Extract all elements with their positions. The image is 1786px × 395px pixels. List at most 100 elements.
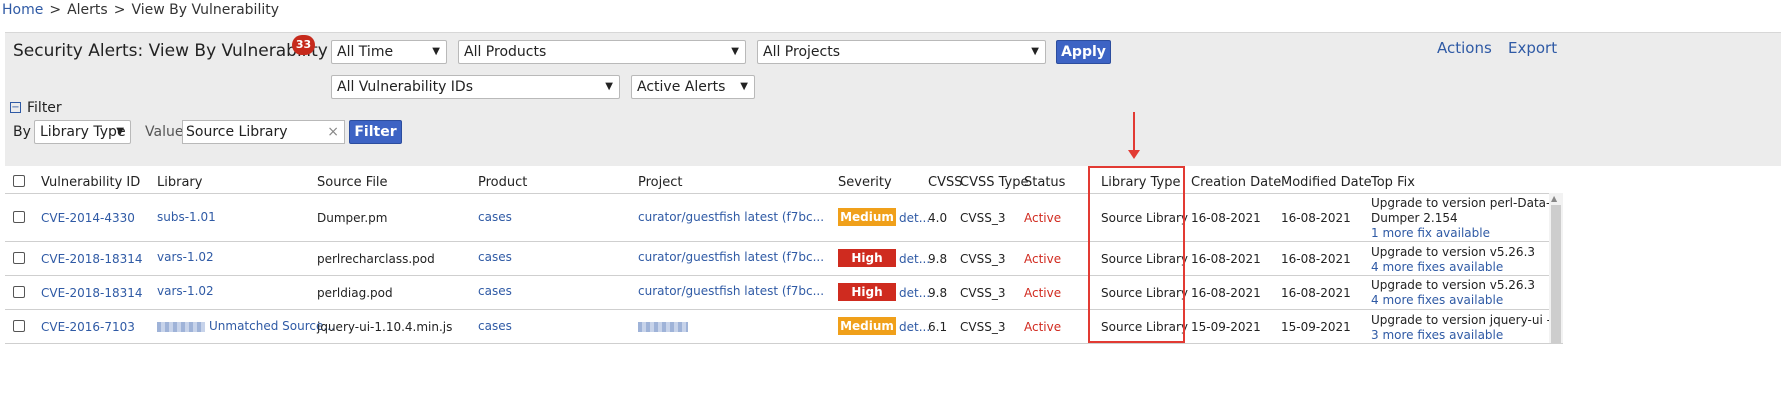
library-cell: Unmatched Source... [157,319,335,333]
modified-date: 15-09-2021 [1281,320,1351,334]
filter-value-input[interactable]: Source Library × [182,120,345,144]
status: Active [1024,286,1062,300]
cvss-score: 6.1 [928,320,948,334]
time-range-value: All Time [337,44,394,60]
breadcrumb-alerts[interactable]: Alerts [67,2,108,18]
library-link[interactable]: vars-1.02 [157,284,214,298]
severity-badge: High [838,249,896,267]
column-header-project[interactable]: Project [638,175,682,190]
severity-badge: Medium [838,208,896,226]
project-select[interactable]: All Projects ▼ [757,40,1046,64]
column-header-cvss-type[interactable]: CVSS Type [960,175,1028,190]
product-link[interactable]: cases [478,284,512,298]
filter-by-value: Library Type [40,124,126,140]
breadcrumb-current: View By Vulnerability [131,2,279,18]
export-link[interactable]: Export [1508,39,1557,57]
vulnerability-id-link[interactable]: CVE-2014-4330 [41,211,135,225]
row-divider [5,275,1563,276]
vulnerability-id-link[interactable]: CVE-2018-18314 [41,286,143,300]
table-scrollbar-thumb[interactable] [1551,205,1561,343]
cvss-type: CVSS_3 [960,211,1006,225]
more-fixes-link[interactable]: 4 more fixes available [1371,260,1503,274]
more-fixes-link[interactable]: 4 more fixes available [1371,293,1503,307]
severity-badge: Medium [838,317,896,335]
column-header-source-file[interactable]: Source File [317,175,388,190]
alert-status-value: Active Alerts [637,79,726,95]
column-header-creation-date[interactable]: Creation Date [1191,175,1281,190]
actions-link[interactable]: Actions [1437,39,1492,57]
chevron-down-icon: ▼ [740,81,748,92]
breadcrumb-separator: > [49,2,62,18]
redacted-library-name [157,321,205,332]
top-fix-text: Upgrade to version v5.26.3 [1371,245,1536,259]
vulnerability-id-link[interactable]: CVE-2016-7103 [41,320,135,334]
cvss-type: CVSS_3 [960,286,1006,300]
row-divider [5,309,1563,310]
alert-count-badge: 33 [292,35,315,55]
chevron-down-icon: ▼ [116,126,124,137]
row-checkbox[interactable] [13,320,25,332]
filter-by-select[interactable]: Library Type ▼ [34,120,131,144]
product-link[interactable]: cases [478,250,512,264]
column-header-cvss[interactable]: CVSS [928,175,962,190]
library-link[interactable]: Unmatched Source... [209,319,335,333]
chevron-down-icon: ▼ [1031,46,1039,57]
product-link[interactable]: cases [478,319,512,333]
more-fixes-link[interactable]: 1 more fix available [1371,226,1490,240]
row-checkbox[interactable] [13,252,25,264]
vulnerability-id-select[interactable]: All Vulnerability IDs ▼ [331,75,620,99]
column-header-status[interactable]: Status [1024,175,1065,190]
column-header-top-fix[interactable]: Top Fix [1371,175,1415,190]
details-link[interactable]: det... [899,252,930,266]
page-title: Security Alerts: View By Vulnerability [13,41,328,61]
top-fix-text: Upgrade to version v5.26.3 [1371,278,1536,292]
product-select[interactable]: All Products ▼ [458,40,746,64]
vulnerability-id-link[interactable]: CVE-2018-18314 [41,252,143,266]
row-checkbox[interactable] [13,286,25,298]
project-cell[interactable] [638,319,692,333]
breadcrumb-separator: > [113,2,126,18]
breadcrumb-home-link[interactable]: Home [2,2,43,18]
column-header-severity[interactable]: Severity [838,175,892,190]
product-value: All Products [464,44,547,60]
details-link[interactable]: det... [899,211,930,225]
status: Active [1024,211,1062,225]
row-checkbox[interactable] [13,211,25,223]
project-link[interactable]: curator/guestfish latest (f7bc... [638,250,824,264]
chevron-down-icon: ▼ [731,46,739,57]
filter-toggle[interactable]: − Filter [10,100,62,116]
column-header-product[interactable]: Product [478,175,527,190]
time-range-select[interactable]: All Time ▼ [331,40,447,64]
top-fix-text: Upgrade to version perl-Data- [1371,196,1551,210]
project-link[interactable]: curator/guestfish latest (f7bc... [638,210,824,224]
filter-by-label: By [13,124,31,140]
column-header-library[interactable]: Library [157,175,202,190]
alert-status-select[interactable]: Active Alerts ▼ [631,75,755,99]
header-divider [5,193,1563,194]
filter-button[interactable]: Filter [349,120,402,144]
creation-date: 16-08-2021 [1191,252,1261,266]
cvss-type: CVSS_3 [960,252,1006,266]
library-type-column-highlight [1088,166,1185,343]
vulnerability-id-value: All Vulnerability IDs [337,79,474,95]
library-link[interactable]: subs-1.01 [157,210,216,224]
column-header-modified-date[interactable]: Modified Date [1281,175,1372,190]
breadcrumb: Home > Alerts > View By Vulnerability [2,2,279,18]
apply-button[interactable]: Apply [1056,40,1111,64]
chevron-down-icon: ▼ [432,46,440,57]
creation-date: 16-08-2021 [1191,211,1261,225]
scroll-up-icon[interactable]: ▲ [1551,194,1557,203]
row-divider [5,241,1563,242]
more-fixes-link[interactable]: 3 more fixes available [1371,328,1503,342]
column-header-vulnerability-id[interactable]: Vulnerability ID [41,175,140,190]
product-link[interactable]: cases [478,210,512,224]
cvss-score: 9.8 [928,252,948,266]
filter-value-label: Value [145,124,184,140]
details-link[interactable]: det... [899,320,930,334]
project-value: All Projects [763,44,840,60]
project-link[interactable]: curator/guestfish latest (f7bc... [638,284,824,298]
details-link[interactable]: det... [899,286,930,300]
library-link[interactable]: vars-1.02 [157,250,214,264]
select-all-checkbox[interactable] [13,175,25,187]
close-icon[interactable]: × [327,121,339,143]
